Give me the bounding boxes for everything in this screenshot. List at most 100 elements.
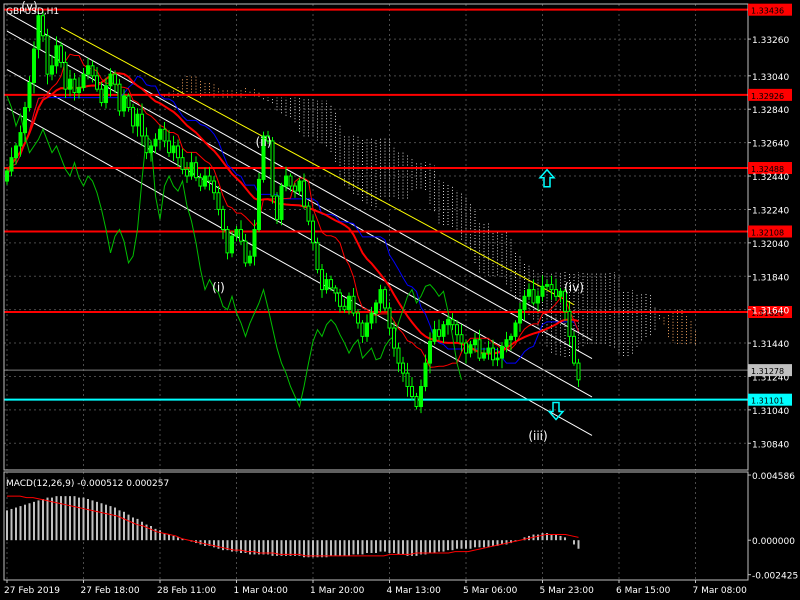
- forex-chart[interactable]: (v)(ii)(i) (iv)(iii) 1.334361.329261.3248…: [0, 0, 800, 600]
- candle-body: [27, 82, 32, 109]
- candle-body: [288, 175, 293, 187]
- time-tick-label: 6 Mar 15:00: [616, 586, 671, 596]
- candle-body: [99, 88, 104, 104]
- candle-body: [32, 48, 36, 84]
- candle-body: [333, 287, 338, 294]
- candle-body: [248, 255, 252, 264]
- candle-body: [252, 228, 257, 257]
- candle-body: [441, 324, 446, 337]
- candle-body: [95, 75, 99, 90]
- candle-body: [207, 175, 212, 182]
- price-tick-label: 1.32640: [752, 140, 789, 150]
- candle-body: [405, 372, 410, 387]
- candle-body: [576, 362, 581, 381]
- candle-body: [194, 162, 198, 179]
- candle-body: [351, 295, 356, 314]
- candle-body: [383, 289, 387, 309]
- macd-tick-label: 0.000000: [752, 537, 795, 547]
- candle-body: [365, 322, 369, 337]
- candle-body: [45, 35, 50, 75]
- candle-body: [495, 357, 500, 361]
- time-tick-label: 5 Mar 06:00: [463, 586, 518, 596]
- candle-body: [198, 177, 203, 187]
- candle-body: [518, 309, 522, 324]
- candle-body: [36, 15, 41, 50]
- candle-body: [77, 87, 81, 94]
- candle-body: [135, 113, 140, 127]
- candle-body: [14, 145, 18, 159]
- candle-body: [41, 15, 45, 37]
- candle-body: [270, 140, 275, 197]
- candle-body: [554, 289, 558, 297]
- candle-body: [482, 352, 486, 359]
- candle-body: [369, 312, 374, 324]
- wave-label: (i): [212, 280, 225, 294]
- candle-body: [320, 269, 324, 291]
- candle-body: [558, 290, 563, 297]
- wave-label: (iv): [564, 280, 584, 294]
- candle-body: [234, 228, 239, 237]
- candle-body: [387, 307, 392, 329]
- candle-body: [531, 289, 536, 304]
- candle-body: [410, 385, 414, 398]
- candle-body: [486, 347, 491, 354]
- candle-body: [149, 145, 153, 154]
- candle-body: [536, 295, 540, 304]
- candle-body: [342, 305, 347, 311]
- candle-body: [275, 195, 279, 220]
- candle-body: [63, 61, 68, 90]
- price-level-label: 1.33436: [751, 7, 784, 16]
- candle-body: [284, 175, 288, 187]
- candle-body: [153, 138, 158, 147]
- candle-body: [185, 168, 189, 177]
- candle-body: [59, 45, 63, 63]
- candle-body: [464, 342, 468, 354]
- macd-tick-label: 0.004586: [752, 472, 795, 482]
- candle-body: [54, 45, 59, 67]
- candle-body: [131, 107, 135, 127]
- time-tick-label: 7 Mar 08:00: [693, 586, 748, 596]
- price-tick-label: 1.32440: [752, 173, 789, 183]
- candle-body: [378, 289, 383, 304]
- candle-body: [450, 319, 455, 326]
- candle-body: [86, 65, 90, 75]
- candle-body: [513, 322, 518, 337]
- candle-body: [540, 285, 545, 297]
- time-tick-label: 27 Feb 2019: [4, 586, 60, 596]
- candle-body: [549, 284, 554, 291]
- candle-body: [203, 175, 207, 187]
- candle-body: [392, 327, 396, 349]
- symbol-label: GBPUSD,H1: [6, 7, 59, 17]
- price-tick-label: 1.31840: [752, 273, 789, 283]
- candle-body: [446, 319, 450, 326]
- time-tick-label: 28 Feb 11:00: [157, 586, 216, 596]
- candle-body: [329, 279, 333, 289]
- candle-body: [257, 178, 261, 230]
- candle-body: [68, 78, 72, 90]
- candle-body: [113, 73, 117, 85]
- price-tick-label: 1.33040: [752, 73, 789, 83]
- candle-body: [545, 284, 549, 287]
- candle-body: [423, 362, 428, 387]
- time-tick-label: 5 Mar 23:00: [540, 586, 595, 596]
- candle-body: [477, 339, 482, 359]
- candle-body: [162, 128, 167, 142]
- candle-body: [311, 220, 315, 244]
- price-tick-label: 1.32840: [752, 106, 789, 116]
- candle-body: [527, 289, 531, 297]
- candle-body: [180, 157, 185, 170]
- candle-body: [360, 322, 365, 337]
- candle-body: [455, 324, 459, 336]
- candle-body: [212, 180, 216, 194]
- macd-label: MACD(12,26,9) -0.000512 0.000257: [6, 479, 169, 489]
- candle-body: [324, 279, 329, 291]
- candle-body: [225, 228, 230, 254]
- time-tick-label: 1 Mar 04:00: [234, 586, 289, 596]
- candle-body: [522, 295, 527, 311]
- candle-body: [18, 132, 23, 147]
- time-tick-label: 1 Mar 20:00: [310, 586, 365, 596]
- candle-body: [140, 113, 144, 137]
- price-tick-label: 1.32040: [752, 240, 789, 250]
- price-tick-label: 1.33260: [752, 36, 789, 46]
- candle-body: [396, 347, 401, 364]
